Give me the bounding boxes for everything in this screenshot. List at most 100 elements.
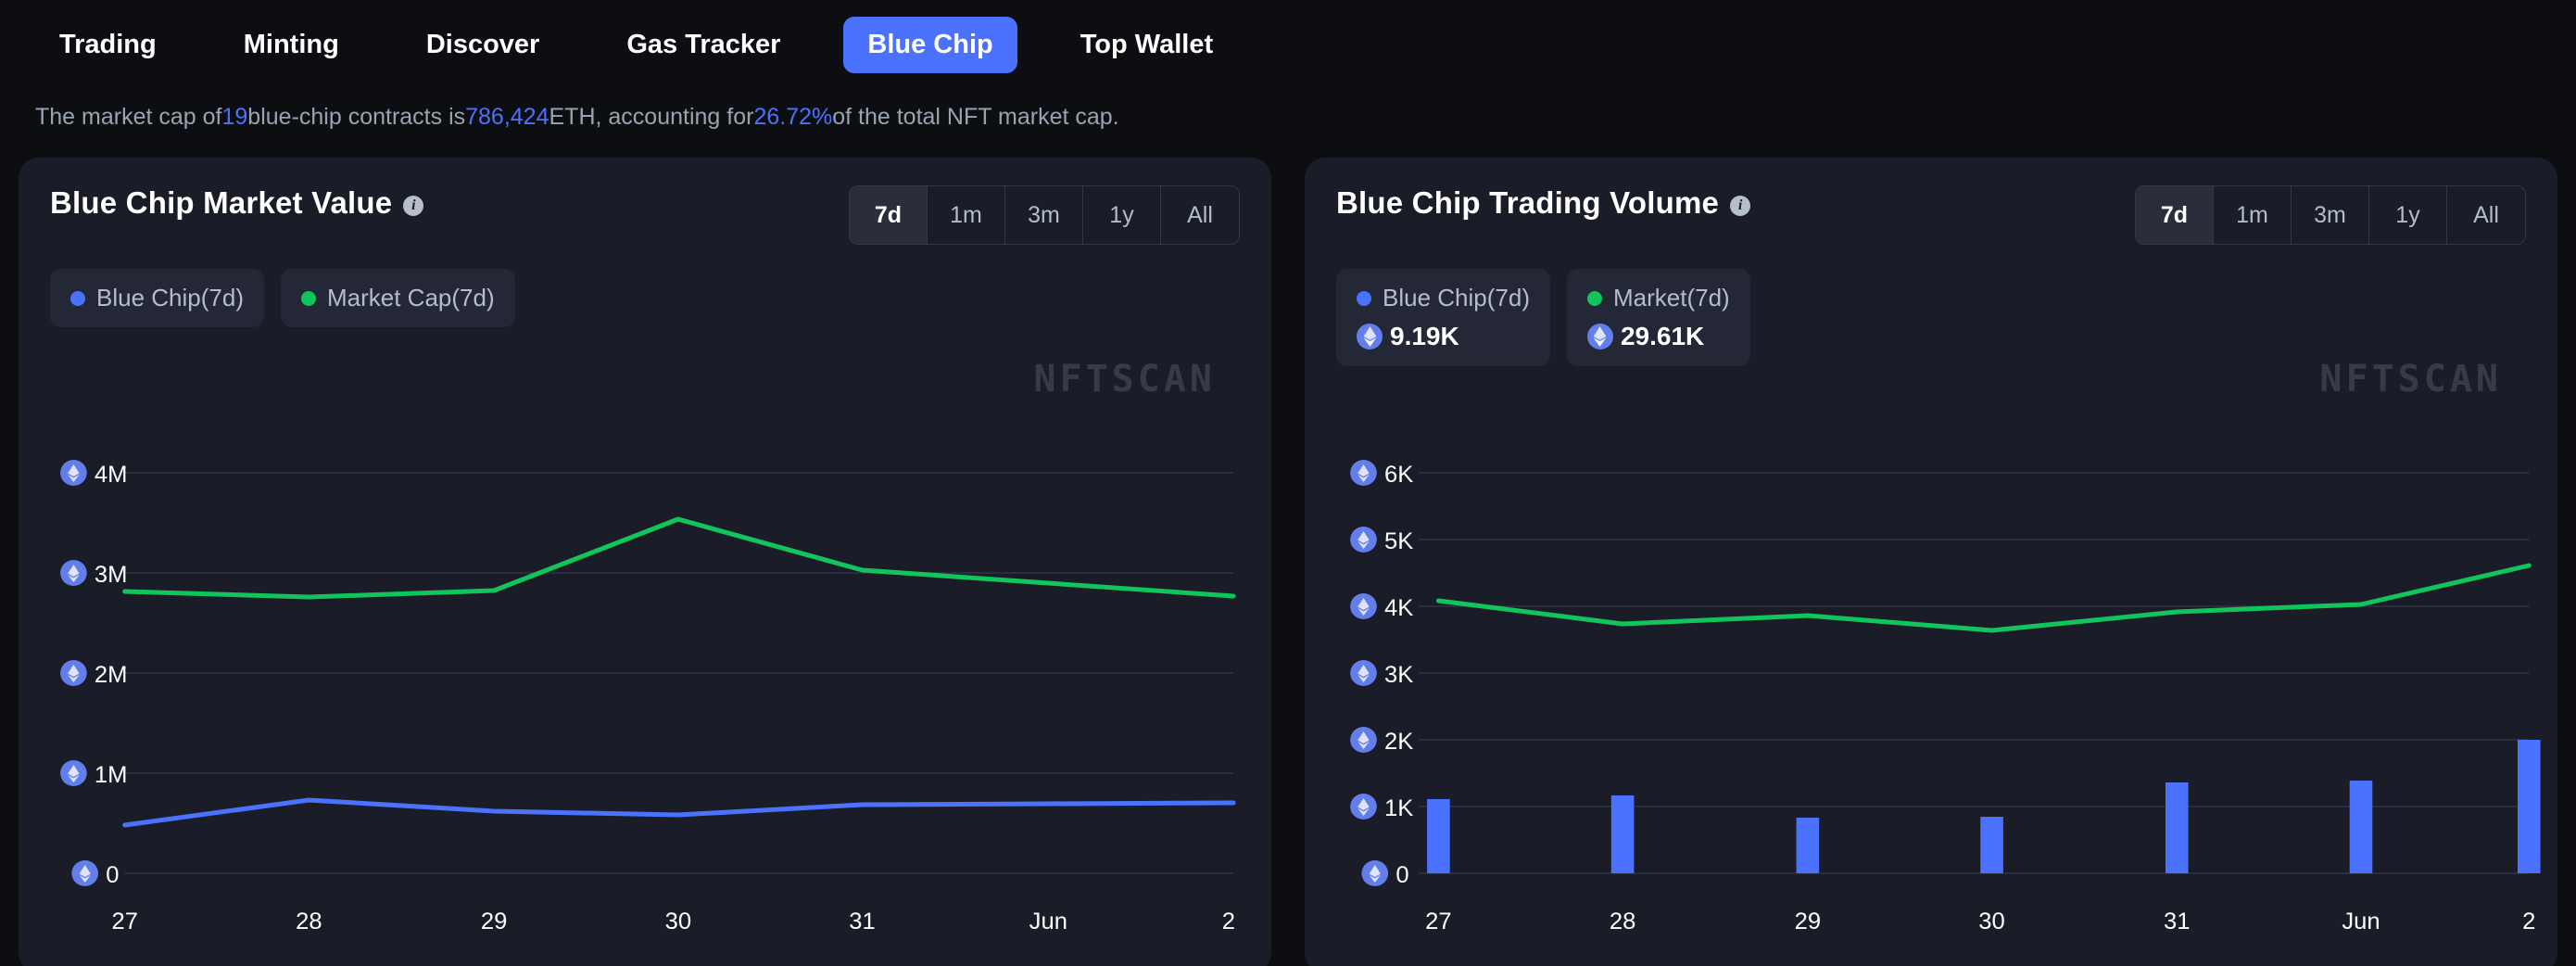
- right-range-7d[interactable]: 7d: [2136, 186, 2214, 244]
- summary-text-2: blue-chip contracts is: [247, 103, 466, 130]
- legend-chip-market[interactable]: Market(7d) 29.61K: [1566, 269, 1750, 366]
- summary-text-4: of the total NFT market cap.: [832, 103, 1119, 130]
- bar-2: [2517, 740, 2541, 873]
- right-range-1y[interactable]: 1y: [2369, 186, 2447, 244]
- right-ytick-6k: 6K: [1384, 462, 1413, 488]
- right-ytick-3k: 3K: [1384, 662, 1413, 688]
- legend-chip-blue-chip[interactable]: Blue Chip(7d) 9.19K: [1336, 269, 1550, 366]
- left-xtick-0: 27: [111, 909, 137, 934]
- summary-eth-amount: 786,424: [465, 103, 549, 130]
- nav-item-gas-tracker[interactable]: Gas Tracker: [602, 17, 804, 73]
- right-ytick-4k: 4K: [1384, 595, 1413, 621]
- right-xtick-2: 29: [1795, 909, 1821, 934]
- left-xtick-4: 31: [849, 909, 875, 934]
- bar-31: [2165, 782, 2189, 873]
- bar-jun: [2349, 781, 2373, 873]
- info-icon[interactable]: i: [1730, 196, 1751, 216]
- summary-contract-count: 19: [221, 103, 248, 130]
- right-x-axis: 27 28 29 30 31 Jun 2: [1425, 909, 2535, 934]
- blue-chip-trading-volume-card: Blue Chip Trading Volume i 7d 1m 3m 1y A…: [1305, 158, 2557, 966]
- left-xtick-6: 2: [1222, 909, 1235, 934]
- legend-chip-blue-chip[interactable]: Blue Chip(7d): [50, 269, 264, 327]
- left-range-all[interactable]: All: [1161, 186, 1239, 244]
- nav-item-blue-chip[interactable]: Blue Chip: [843, 16, 1017, 73]
- bar-29: [1796, 818, 1820, 873]
- right-xtick-5: Jun: [2342, 909, 2380, 934]
- legend-dot-green-icon: [1586, 290, 1602, 306]
- legend-label-market-cap: Market Cap(7d): [326, 284, 495, 311]
- legend-label-market: Market(7d): [1612, 284, 1730, 311]
- right-card-title: Blue Chip Trading Volume: [1336, 185, 1720, 220]
- bar-30: [1980, 817, 2003, 873]
- legend-dot-blue-icon: [1357, 290, 1371, 306]
- left-xtick-5: Jun: [1029, 909, 1067, 934]
- eth-icon: [1357, 324, 1383, 350]
- left-range-selector: 7d 1m 3m 1y All: [849, 185, 1240, 245]
- right-series-market: [1435, 563, 2532, 633]
- left-legend: Blue Chip(7d) Market Cap(7d): [50, 269, 1240, 327]
- right-ytick-1k: 1K: [1384, 795, 1413, 821]
- left-xtick-1: 28: [296, 909, 322, 934]
- left-range-1m[interactable]: 1m: [928, 186, 1005, 244]
- legend-dot-blue-icon: [70, 290, 85, 306]
- left-ytick-2m: 2M: [95, 662, 128, 688]
- right-legend: Blue Chip(7d) 9.19K Market(7d) 29.61K: [1336, 269, 2526, 366]
- left-series-market-cap: [122, 516, 1236, 600]
- bar-27: [1427, 799, 1450, 873]
- right-chart-plot: 6K 5K 4K 3K 2K 1K 0 27 28 29 30 31 Jun 2: [1305, 436, 2557, 966]
- legend-value-market: 29.61K: [1620, 322, 1705, 350]
- legend-value-blue-chip: 9.19K: [1390, 322, 1459, 350]
- legend-chip-market-cap[interactable]: Market Cap(7d): [280, 269, 515, 327]
- charts-row: Blue Chip Market Value i 7d 1m 3m 1y All…: [0, 158, 2576, 966]
- right-y-axis: 6K 5K 4K 3K 2K 1K 0: [1350, 460, 1413, 888]
- right-ytick-2k: 2K: [1384, 729, 1413, 755]
- left-range-7d[interactable]: 7d: [850, 186, 928, 244]
- left-x-axis: 27 28 29 30 31 Jun 2: [111, 909, 1235, 934]
- summary-percent: 26.72%: [753, 103, 833, 130]
- nav-item-top-wallet[interactable]: Top Wallet: [1056, 17, 1237, 73]
- right-xtick-3: 30: [1978, 909, 2004, 934]
- right-xtick-1: 28: [1610, 909, 1635, 934]
- right-ytick-5k: 5K: [1384, 528, 1413, 554]
- market-cap-summary: The market cap of 19 blue-chip contracts…: [0, 89, 2576, 145]
- left-ytick-0: 0: [106, 862, 119, 888]
- left-card-title: Blue Chip Market Value: [50, 185, 393, 220]
- right-range-3m[interactable]: 3m: [2292, 186, 2369, 244]
- right-xtick-6: 2: [2522, 909, 2535, 934]
- legend-label-blue-chip: Blue Chip(7d): [1383, 284, 1530, 311]
- right-range-1m[interactable]: 1m: [2214, 186, 2292, 244]
- left-xtick-3: 30: [665, 909, 691, 934]
- nav-item-trading[interactable]: Trading: [35, 17, 181, 73]
- right-xtick-0: 27: [1425, 909, 1451, 934]
- right-range-selector: 7d 1m 3m 1y All: [2135, 185, 2526, 245]
- left-ytick-4m: 4M: [95, 462, 128, 488]
- nav-item-discover[interactable]: Discover: [402, 17, 564, 73]
- right-range-all[interactable]: All: [2447, 186, 2525, 244]
- bar-28: [1610, 795, 1635, 873]
- left-ytick-3m: 3M: [95, 562, 128, 588]
- left-y-axis: 4M 3M 2M 1M 0: [60, 460, 128, 888]
- blue-chip-market-value-card: Blue Chip Market Value i 7d 1m 3m 1y All…: [19, 158, 1271, 966]
- main-nav: Trading Minting Discover Gas Tracker Blu…: [0, 0, 2576, 89]
- summary-text-3: ETH, accounting for: [549, 103, 754, 130]
- left-chart-svg: 4M 3M 2M 1M 0 27 28 29 30 31 Jun 2: [60, 460, 1236, 934]
- nav-item-minting[interactable]: Minting: [220, 17, 363, 73]
- left-xtick-2: 29: [481, 909, 507, 934]
- right-card-title-wrap: Blue Chip Trading Volume i: [1336, 185, 1751, 221]
- page-root: Trading Minting Discover Gas Tracker Blu…: [0, 0, 2576, 966]
- left-ytick-1m: 1M: [95, 762, 128, 788]
- left-card-header: Blue Chip Market Value i 7d 1m 3m 1y All: [50, 185, 1240, 245]
- left-range-1y[interactable]: 1y: [1083, 186, 1161, 244]
- legend-label-blue-chip: Blue Chip(7d): [96, 284, 244, 311]
- left-card-title-wrap: Blue Chip Market Value i: [50, 185, 424, 221]
- right-card-header: Blue Chip Trading Volume i 7d 1m 3m 1y A…: [1336, 185, 2526, 245]
- left-chart-plot: 4M 3M 2M 1M 0 27 28 29 30 31 Jun 2: [19, 436, 1271, 966]
- left-series-blue-chip: [122, 797, 1236, 828]
- summary-text-1: The market cap of: [35, 103, 222, 130]
- left-range-3m[interactable]: 3m: [1005, 186, 1083, 244]
- info-icon[interactable]: i: [403, 196, 424, 216]
- legend-dot-green-icon: [300, 290, 316, 306]
- nftscan-watermark: NFTSCAN: [1033, 358, 1216, 400]
- nftscan-watermark: NFTSCAN: [2319, 358, 2502, 400]
- eth-icon: [1586, 324, 1613, 350]
